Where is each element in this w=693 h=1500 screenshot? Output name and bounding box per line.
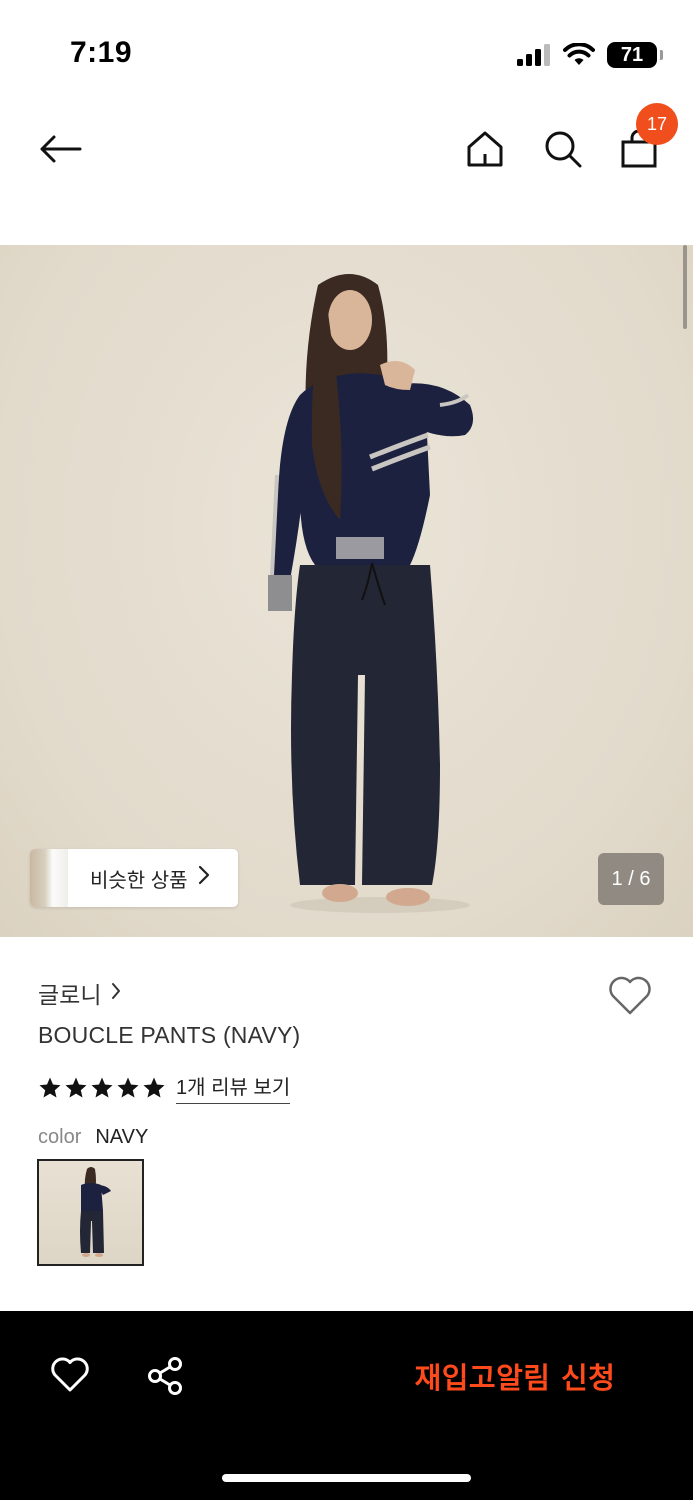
wifi-icon bbox=[563, 43, 595, 65]
chevron-right-icon bbox=[198, 865, 210, 891]
similar-products-thumbnail bbox=[30, 849, 68, 907]
status-icons: 71 bbox=[517, 40, 663, 70]
star-icon bbox=[143, 1077, 165, 1097]
rating-row: 1개 리뷰 보기 bbox=[38, 1071, 291, 1104]
wishlist-button[interactable] bbox=[604, 972, 656, 1020]
image-page-counter: 1 / 6 bbox=[598, 853, 664, 905]
signal-icon bbox=[517, 44, 550, 66]
color-label: color bbox=[38, 1126, 82, 1148]
scroll-indicator[interactable] bbox=[683, 245, 687, 329]
similar-products-label: 비슷한 상품 bbox=[90, 869, 188, 892]
star-rating bbox=[38, 1076, 166, 1100]
status-time: 7:19 bbox=[70, 36, 133, 69]
brand-link[interactable]: 글로니 bbox=[38, 976, 121, 1010]
status-bar: 7:19 71 bbox=[0, 0, 693, 100]
product-name: BOUCLE PANTS (NAVY) bbox=[38, 1022, 301, 1048]
cart-count-badge: 17 bbox=[636, 103, 678, 145]
back-button[interactable] bbox=[30, 124, 90, 174]
product-photo-model bbox=[268, 274, 474, 913]
star-icon bbox=[39, 1077, 61, 1097]
battery-level: 71 bbox=[620, 43, 644, 66]
search-icon bbox=[545, 131, 582, 168]
bottom-wishlist-button[interactable] bbox=[44, 1349, 96, 1401]
share-icon bbox=[148, 1357, 182, 1395]
battery-icon: 71 bbox=[607, 42, 663, 68]
color-row: color NAVY bbox=[38, 1126, 148, 1149]
chevron-right-icon bbox=[111, 980, 121, 1006]
restock-notify-button[interactable]: 재입고알림 신청 bbox=[390, 1349, 640, 1403]
product-image-gallery[interactable]: 비슷한 상품 1 / 6 bbox=[0, 245, 693, 937]
heart-icon bbox=[609, 976, 651, 1015]
share-button[interactable] bbox=[138, 1349, 192, 1403]
home-indicator bbox=[222, 1474, 471, 1482]
star-icon bbox=[91, 1077, 113, 1097]
star-icon bbox=[65, 1077, 87, 1097]
color-swatch-navy[interactable] bbox=[37, 1159, 144, 1266]
brand-name: 글로니 bbox=[38, 982, 102, 1008]
swatch-thumbnail bbox=[80, 1167, 111, 1257]
home-button[interactable] bbox=[458, 122, 512, 176]
top-nav bbox=[0, 100, 693, 200]
bottom-action-bar: 재입고알림 신청 bbox=[0, 1311, 693, 1500]
search-button[interactable] bbox=[536, 122, 590, 176]
home-icon bbox=[467, 131, 503, 167]
heart-icon bbox=[51, 1357, 89, 1392]
star-icon bbox=[117, 1077, 139, 1097]
color-value: NAVY bbox=[95, 1126, 149, 1148]
review-link[interactable]: 1개 리뷰 보기 bbox=[176, 1071, 291, 1104]
back-arrow-icon bbox=[40, 135, 82, 163]
similar-products-button[interactable]: 비슷한 상품 bbox=[30, 849, 238, 907]
